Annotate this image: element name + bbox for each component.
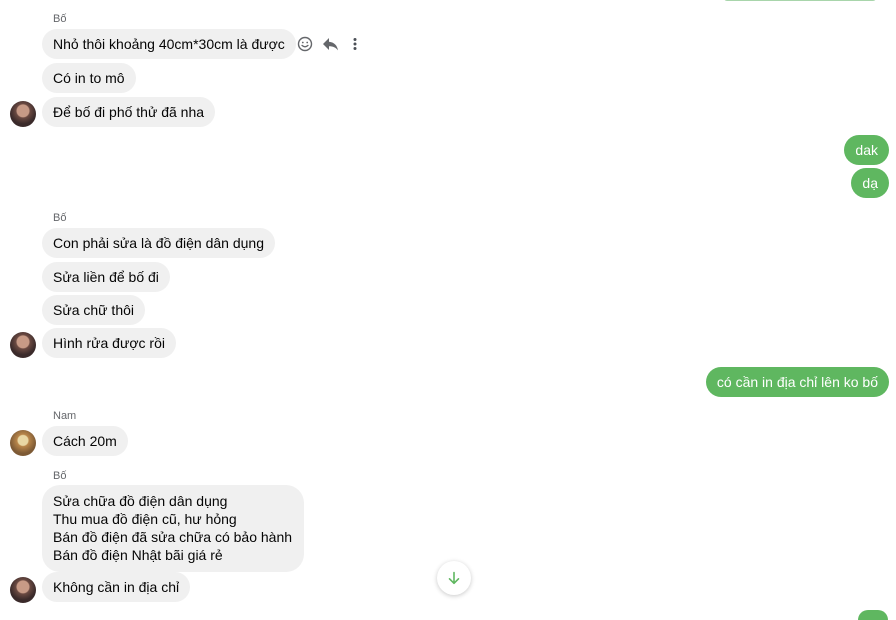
message-line: Sửa chữa đồ điện dân dụng bbox=[53, 493, 228, 509]
avatar[interactable] bbox=[10, 430, 36, 456]
more-options-button[interactable] bbox=[345, 34, 365, 54]
sender-name: Bố bbox=[53, 13, 67, 25]
message-line: Thu mua đồ điện cũ, hư hỏng bbox=[53, 511, 237, 527]
message-line: Bán đồ điện đã sửa chữa có bảo hành bbox=[53, 529, 293, 545]
reply-button[interactable] bbox=[320, 34, 340, 54]
message-bubble[interactable]: Con phải sửa là đồ điện dân dụng bbox=[42, 228, 275, 258]
message-bubble[interactable]: Cách 20m bbox=[42, 426, 128, 456]
sender-name: Bố bbox=[53, 470, 67, 482]
message-bubble[interactable]: Có in to mô bbox=[42, 63, 136, 93]
outgoing-message-bubble[interactable]: dak bbox=[844, 135, 889, 165]
message-line: Bán đồ điện Nhật bãi giá rẻ bbox=[53, 547, 223, 563]
sender-name: Nam bbox=[53, 410, 77, 422]
outgoing-message-bubble[interactable]: dạ bbox=[851, 168, 889, 198]
smile-icon bbox=[297, 36, 313, 52]
message-bubble[interactable]: Sửa chữ thôi bbox=[42, 295, 146, 325]
message-bubble[interactable]: Nhỏ thôi khoảng 40cm*30cm là được bbox=[42, 29, 296, 59]
message-bubble[interactable]: Sửa liền để bố đi bbox=[42, 262, 170, 292]
message-bubble[interactable]: Hình rửa được rồi bbox=[42, 328, 176, 358]
arrow-down-icon bbox=[448, 571, 460, 585]
message-bubble[interactable]: Để bố đi phố thử đã nha bbox=[42, 97, 216, 127]
sender-name: Bố bbox=[53, 212, 67, 224]
avatar[interactable] bbox=[10, 101, 36, 127]
message-bubble[interactable]: Không cần in địa chỉ bbox=[42, 572, 191, 602]
scroll-to-bottom-button[interactable] bbox=[437, 561, 471, 595]
message-bubble-multiline[interactable]: Sửa chữa đồ điện dân dụng Thu mua đồ điệ… bbox=[42, 485, 305, 572]
previous-message-edge bbox=[724, 0, 876, 1]
reply-icon bbox=[322, 38, 338, 51]
next-message-edge bbox=[858, 610, 888, 620]
avatar[interactable] bbox=[10, 332, 36, 358]
avatar[interactable] bbox=[10, 577, 36, 603]
more-vertical-icon bbox=[353, 38, 357, 50]
react-button[interactable] bbox=[295, 34, 315, 54]
outgoing-message-bubble[interactable]: có cần in địa chỉ lên ko bố bbox=[705, 367, 889, 397]
